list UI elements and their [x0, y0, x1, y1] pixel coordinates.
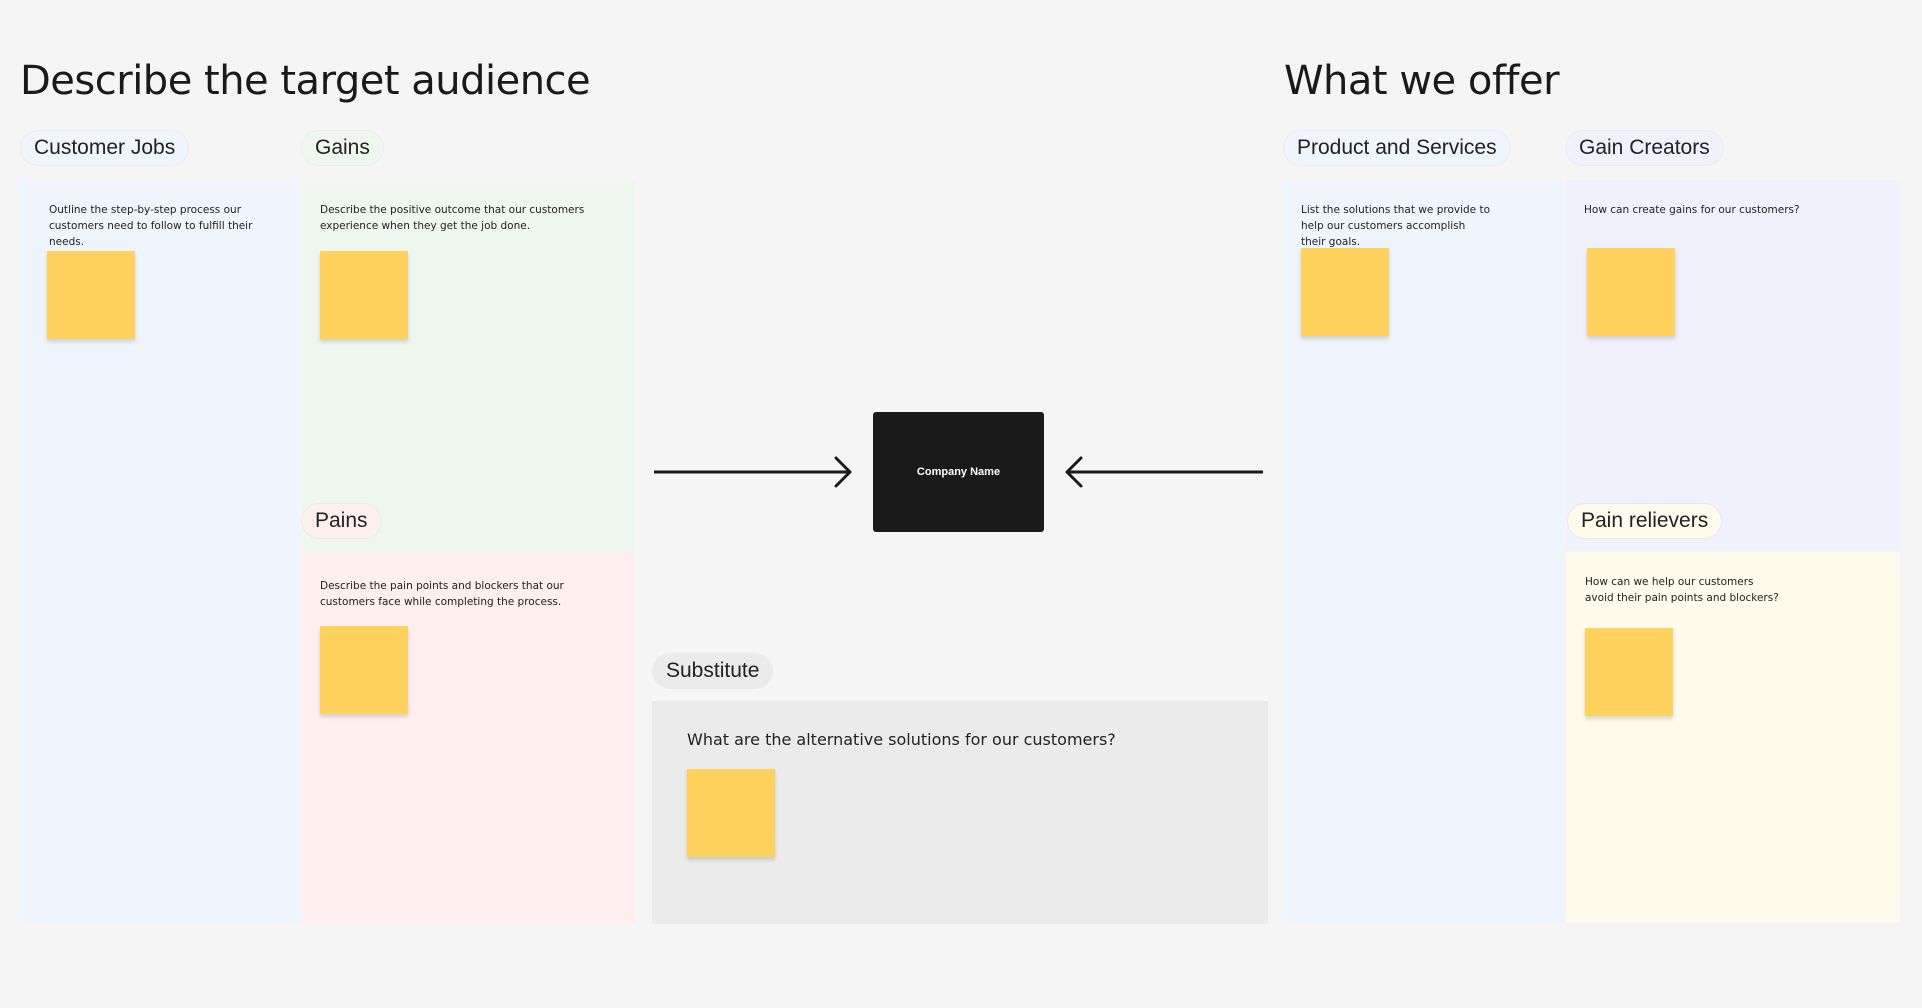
product-services-pill[interactable]: Product and Services [1284, 131, 1510, 165]
company-name-box[interactable]: Company Name [873, 412, 1044, 532]
arrow-left-icon [1065, 456, 1263, 488]
pains-pill[interactable]: Pains [302, 504, 381, 538]
pain-relievers-description: How can we help our customers avoid thei… [1585, 576, 1779, 604]
product-services-description: List the solutions that we provide to he… [1301, 204, 1491, 248]
substitute-description: What are the alternative solutions for o… [687, 730, 1116, 749]
sticky-note[interactable] [320, 626, 408, 714]
sticky-note[interactable] [1587, 248, 1675, 336]
gain-creators-pill[interactable]: Gain Creators [1566, 131, 1723, 165]
company-name-label: Company Name [916, 466, 1001, 478]
gain-creators-panel[interactable] [1566, 180, 1900, 551]
pain-relievers-panel[interactable] [1566, 552, 1900, 923]
arrow-right-icon [654, 456, 852, 488]
heading-target-audience: Describe the target audience [20, 58, 591, 104]
pain-relievers-pill[interactable]: Pain relievers [1568, 504, 1722, 538]
heading-what-we-offer: What we offer [1284, 58, 1560, 104]
substitute-pill[interactable]: Substitute [653, 654, 773, 688]
customer-jobs-description: Outline the step-by-step process our cus… [49, 204, 253, 248]
gains-panel[interactable] [302, 180, 635, 551]
customer-jobs-pill[interactable]: Customer Jobs [21, 131, 189, 165]
gains-description: Describe the positive outcome that our c… [320, 204, 585, 232]
sticky-note[interactable] [320, 251, 408, 339]
gains-pill[interactable]: Gains [302, 131, 383, 165]
sticky-note[interactable] [1301, 248, 1389, 336]
sticky-note[interactable] [687, 769, 775, 857]
pains-description: Describe the pain points and blockers th… [320, 580, 564, 608]
gain-creators-description: How can create gains for our customers? [1584, 204, 1800, 216]
sticky-note[interactable] [47, 251, 135, 339]
sticky-note[interactable] [1585, 628, 1673, 716]
